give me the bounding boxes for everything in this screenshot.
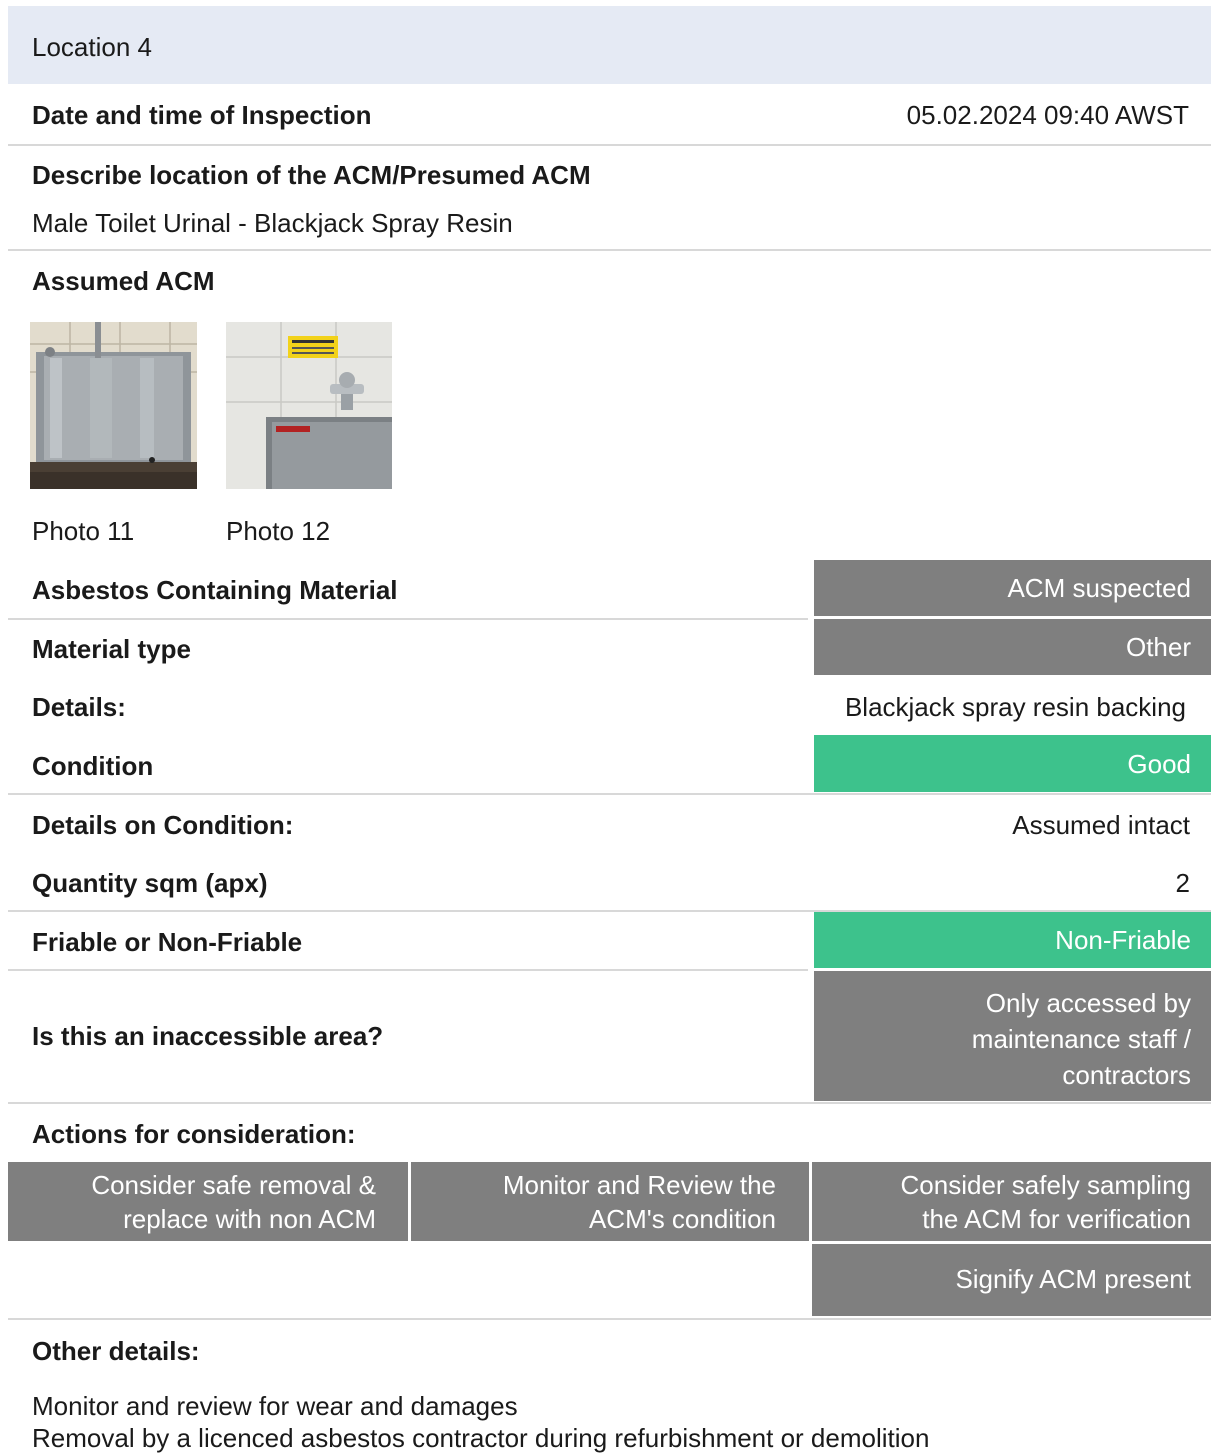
material-type-label: Material type xyxy=(32,634,191,664)
details-value: Blackjack spray resin backing xyxy=(844,692,1186,722)
other-details-label: Other details: xyxy=(32,1336,200,1366)
assumed-acm-label: Assumed ACM xyxy=(32,266,215,296)
material-type-badge: Other xyxy=(814,619,1211,675)
action-line: the ACM for verification xyxy=(922,1204,1191,1234)
photo-12-caption: Photo 12 xyxy=(226,516,331,546)
condition-details-value: Assumed intact xyxy=(1012,810,1190,840)
quantity-label: Quantity sqm (apx) xyxy=(32,868,268,898)
action-monitor-review: Monitor and Review the ACM's condition xyxy=(411,1162,809,1241)
actions-label: Actions for consideration: xyxy=(32,1119,356,1149)
inaccessible-line: maintenance staff / xyxy=(971,1024,1191,1054)
divider xyxy=(8,144,1211,146)
details-label: Details: xyxy=(32,692,126,722)
inaccessible-label: Is this an inaccessible area? xyxy=(32,1021,384,1051)
divider xyxy=(8,1318,1211,1320)
divider xyxy=(8,618,808,620)
location-title: Location 4 xyxy=(32,32,152,62)
location-header: Location 4 xyxy=(8,6,1211,84)
location-value: Male Toilet Urinal - Blackjack Spray Res… xyxy=(32,208,513,238)
condition-badge: Good xyxy=(814,735,1211,792)
quantity-value: 2 xyxy=(1175,868,1190,898)
other-details-line: Removal by a licenced asbestos contracto… xyxy=(32,1423,930,1453)
action-line: replace with non ACM xyxy=(123,1204,376,1234)
acm-label: Asbestos Containing Material xyxy=(32,575,398,605)
inaccessible-badge: Only accessed by maintenance staff / con… xyxy=(814,971,1211,1101)
condition-label: Condition xyxy=(32,751,154,781)
action-line: Monitor and Review the xyxy=(502,1170,776,1200)
photo-11-image[interactable] xyxy=(30,322,197,489)
action-signify-acm: Signify ACM present xyxy=(812,1244,1211,1316)
other-details-line: Monitor and review for wear and damages xyxy=(32,1391,518,1421)
inspection-label: Date and time of Inspection xyxy=(32,100,372,130)
action-line: ACM's condition xyxy=(588,1204,776,1234)
condition-details-label: Details on Condition: xyxy=(32,810,294,840)
action-safe-removal: Consider safe removal & replace with non… xyxy=(8,1162,408,1241)
inaccessible-line: contractors xyxy=(1062,1060,1191,1090)
action-line: Consider safely sampling xyxy=(900,1170,1191,1200)
other-details-text: Monitor and review for wear and damages … xyxy=(32,1390,929,1454)
action-line: Consider safe removal & xyxy=(91,1170,376,1200)
inaccessible-line: Only accessed by xyxy=(985,988,1191,1018)
location-label: Describe location of the ACM/Presumed AC… xyxy=(32,160,591,190)
photo-11-caption: Photo 11 xyxy=(32,516,135,546)
action-line: Signify ACM present xyxy=(955,1264,1191,1294)
divider xyxy=(8,249,1211,251)
divider xyxy=(8,1102,1211,1104)
divider xyxy=(8,969,808,971)
friable-badge: Non-Friable xyxy=(814,912,1211,968)
inspection-value: 05.02.2024 09:40 AWST xyxy=(906,100,1189,130)
acm-status-badge: ACM suspected xyxy=(814,560,1211,616)
photo-12-image[interactable] xyxy=(226,322,392,489)
divider xyxy=(8,793,1211,795)
action-safe-sampling: Consider safely sampling the ACM for ver… xyxy=(812,1162,1211,1241)
friable-label: Friable or Non-Friable xyxy=(32,927,303,957)
